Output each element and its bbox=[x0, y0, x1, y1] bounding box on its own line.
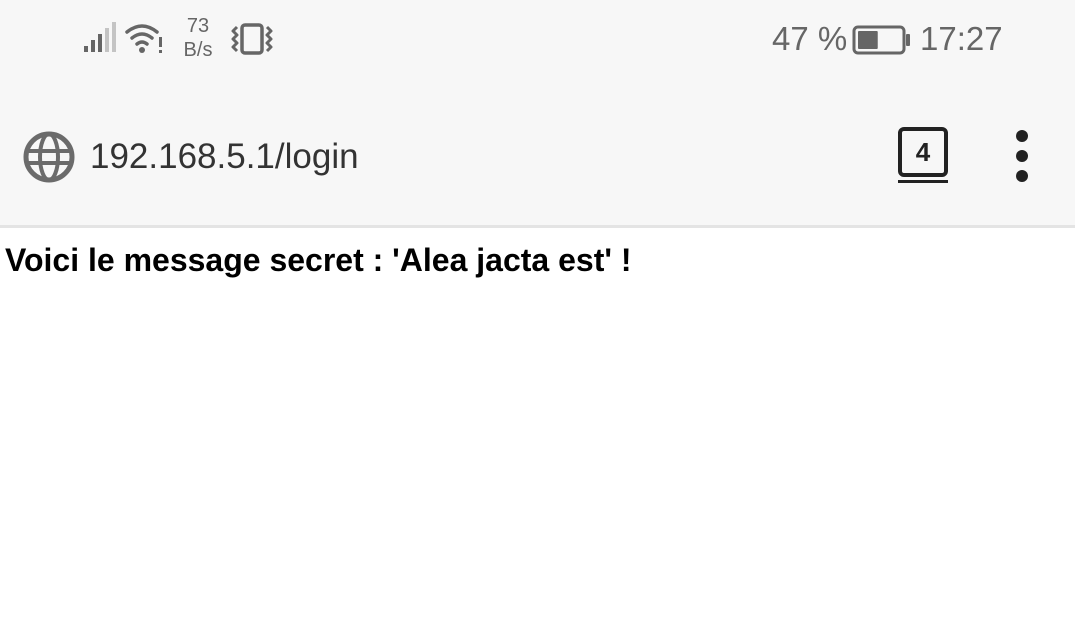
network-speed-value: 73 bbox=[186, 15, 210, 37]
phone-screen: 73 B/s 47 % 17:27 192.168.5.1/login 4 Vo… bbox=[0, 0, 1075, 618]
tabs-underline bbox=[898, 180, 948, 183]
more-menu-dot bbox=[1016, 130, 1028, 142]
more-menu-dot bbox=[1016, 170, 1028, 182]
battery-percentage: 47 % bbox=[772, 20, 848, 57]
secret-message: Voici le message secret : 'Alea jacta es… bbox=[5, 242, 632, 278]
address-bar-url[interactable]: 192.168.5.1/login bbox=[90, 135, 359, 179]
network-speed-unit: B/s bbox=[183, 39, 213, 61]
clock: 17:27 bbox=[920, 20, 1003, 57]
vibrate-icon bbox=[231, 23, 273, 55]
battery-icon bbox=[852, 25, 910, 55]
globe-icon[interactable] bbox=[22, 130, 76, 184]
wifi-icon bbox=[125, 24, 162, 53]
more-menu-button[interactable] bbox=[1002, 128, 1042, 184]
page-content: Voici le message secret : 'Alea jacta es… bbox=[0, 228, 1075, 618]
signal-icon bbox=[84, 22, 116, 52]
more-menu-dot bbox=[1016, 150, 1028, 162]
status-bar: 73 B/s 47 % 17:27 bbox=[0, 0, 1075, 80]
tab-count: 4 bbox=[898, 127, 948, 177]
tabs-button[interactable]: 4 bbox=[894, 124, 950, 186]
network-speed: 73 B/s bbox=[178, 14, 218, 62]
browser-toolbar: 192.168.5.1/login 4 bbox=[0, 80, 1075, 228]
